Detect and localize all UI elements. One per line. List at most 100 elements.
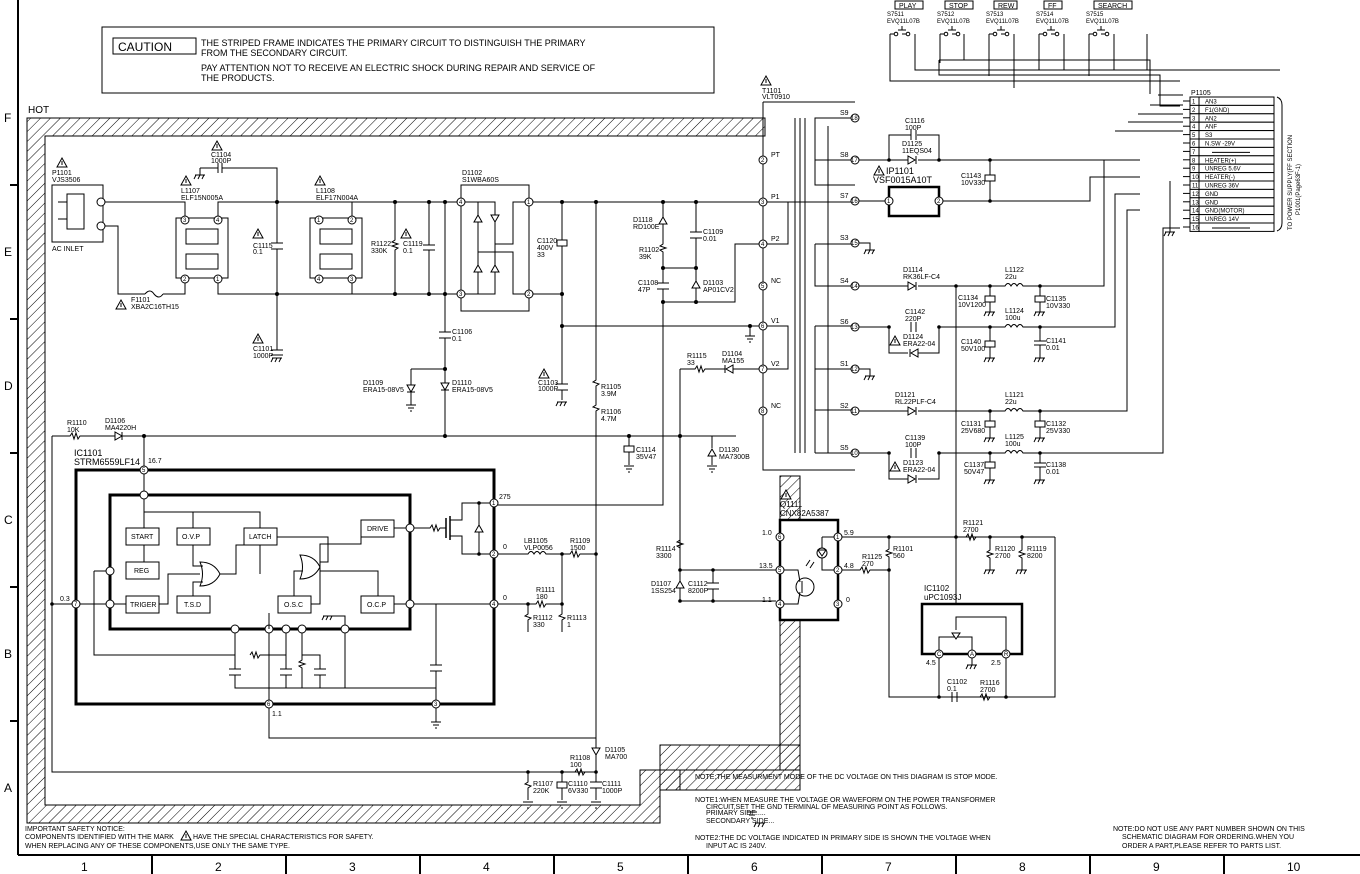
diode-d1130: D1130 MA7300B [719,447,750,461]
svg-text:RK36LF-C4: RK36LF-C4 [903,274,940,281]
svg-text:2700: 2700 [963,527,979,534]
svg-text:16.7: 16.7 [148,458,162,465]
connector-pin: 16 [1183,222,1275,232]
svg-text:NC: NC [771,403,781,410]
connector-pin: 5 S3 [1183,130,1275,140]
svg-text:UNREG 5.6V: UNREG 5.6V [1205,167,1241,173]
svg-text:220K: 220K [533,788,550,795]
svg-text:S6: S6 [840,319,849,326]
svg-text:10V1200: 10V1200 [958,302,986,309]
diode-d1118: D1118 RD100E [633,217,660,231]
ic-protector-ip1101: IP1101 VSF0015A10T 1 2 [873,165,944,218]
svg-text:2700: 2700 [995,553,1011,560]
cap-c1102: C1102 0.1 [947,679,967,693]
diode-d1105: D1105 MA700 [605,747,627,761]
svg-text:EVQ11L07B: EVQ11L07B [986,19,1019,25]
svg-text:R1113: R1113 [567,615,587,622]
connector-pin: 15 UNREG 14V [1183,214,1275,224]
ic1101-controller: IC1101 STRM6559LF14 5 16.7 7 0.3 1 275 2… [60,436,596,739]
svg-text:1000P: 1000P [211,158,232,165]
resistor-r1108: R1108 100 [570,755,590,769]
grid-row-C: C [4,513,13,527]
grid-row-A: A [4,781,12,795]
cap-c1139: C1139 100P [905,435,925,449]
cap-c1104: C1104 1000P [193,140,278,202]
svg-text:HEATER(-): HEATER(-) [1205,175,1235,181]
svg-text:C1116: C1116 [905,118,925,125]
svg-text:PT: PT [771,152,781,159]
svg-text:RD100E: RD100E [633,224,660,231]
svg-text:S7: S7 [840,193,849,200]
resistor-r1110: R1110 10K [67,420,87,434]
svg-text:ANF: ANF [1205,125,1217,131]
svg-text:O.C.P: O.C.P [367,602,386,609]
grid-row-E: E [4,245,12,259]
svg-text:C1101: C1101 [253,346,273,353]
svg-text:EVQ11L07B: EVQ11L07B [1036,19,1069,25]
svg-text:S5: S5 [840,445,849,452]
connector-pin: 3 AN2 [1183,113,1275,123]
svg-text:3300: 3300 [656,553,672,560]
svg-text:uPC1093J: uPC1093J [924,593,961,602]
svg-text:1500: 1500 [570,545,586,552]
svg-text:LB1105: LB1105 [524,538,548,545]
svg-text:F1101: F1101 [131,297,150,304]
svg-text:NOTE:DO NOT USE ANY PART NUMBE: NOTE:DO NOT USE ANY PART NUMBER SHOWN ON… [1113,826,1305,833]
diode-d1121: D1121 RL22PLF-C4 [895,392,936,406]
svg-text:R1116: R1116 [980,680,1000,687]
svg-text:XBA2C16TH15: XBA2C16TH15 [131,304,179,311]
svg-text:ERA15-08V5: ERA15-08V5 [363,387,404,394]
svg-text:100: 100 [570,762,582,769]
svg-text:R1115: R1115 [687,353,707,360]
svg-text:18: 18 [851,116,858,122]
svg-text:275: 275 [499,494,511,501]
svg-text:D1106: D1106 [105,418,125,425]
switch-stop[interactable]: STOP S7512EVQ11L07B [937,0,974,37]
svg-text:R1111: R1111 [536,587,555,594]
svg-text:GND: GND [1205,192,1219,198]
svg-text:C1140: C1140 [961,339,981,346]
switch-ff[interactable]: FF S7514EVQ11L07B [1036,0,1069,37]
grid-col-4: 4 [483,860,490,874]
svg-text:C1108: C1108 [638,280,658,287]
switch-play[interactable]: PLAY S7511EVQ11L07B [887,0,924,37]
svg-text:0.1: 0.1 [403,248,413,255]
switch-rew[interactable]: REW S7513EVQ11L07B [986,0,1019,37]
svg-text:C1132: C1132 [1046,421,1066,428]
svg-text:100P: 100P [905,442,922,449]
diode-d1114: D1114 RK36LF-C4 [903,267,940,281]
svg-text:25V330: 25V330 [1046,428,1070,435]
svg-text:C1135: C1135 [1046,296,1066,303]
svg-text:L1122: L1122 [1005,267,1024,274]
resistor-r1113: R1113 1 [567,615,587,629]
cap-c1132: C1132 25V330 [1046,421,1070,435]
svg-text:15: 15 [851,241,858,247]
svg-text:3.9M: 3.9M [601,391,617,398]
svg-text:S1WBA60S: S1WBA60S [462,177,499,184]
svg-text:270: 270 [862,561,874,568]
svg-text:RL22PLF-C4: RL22PLF-C4 [895,399,936,406]
svg-text:5.9: 5.9 [844,530,854,537]
svg-text:22u: 22u [1005,274,1017,281]
svg-text:S9: S9 [840,110,849,117]
inductor-l1124: L1124 100u [1005,308,1024,322]
cap-c1106: C1106 0.1 [452,329,472,343]
svg-text:T.S.D: T.S.D [184,602,201,609]
svg-text:EVQ11L07B: EVQ11L07B [1086,19,1119,25]
svg-text:D1103: D1103 [703,280,723,287]
grid-row-F: F [4,111,11,125]
svg-text:NOTE1:WHEN MEASURE THE VOLTAGE: NOTE1:WHEN MEASURE THE VOLTAGE OR WAVEFO… [695,797,995,804]
svg-text:VLP0056: VLP0056 [524,545,553,552]
svg-text:AC INLET: AC INLET [52,246,84,253]
svg-text:100P: 100P [905,125,922,132]
svg-text:6V330: 6V330 [568,788,588,795]
svg-text:0.01: 0.01 [703,236,717,243]
cap-c1137: C1137 50V47 [964,462,984,476]
svg-text:NOTE:THE MEASURMENT MODE OF TH: NOTE:THE MEASURMENT MODE OF THE DC VOLTA… [695,774,998,781]
svg-text:33: 33 [537,252,545,259]
svg-text:D1109: D1109 [363,380,383,387]
switch-search[interactable]: SEARCH S7515EVQ11L07B [1086,0,1133,37]
svg-text:R1108: R1108 [570,755,590,762]
resistor-r1119: R1119 8200 [1027,546,1047,560]
resistor-r1114: R1114 3300 [656,546,676,560]
